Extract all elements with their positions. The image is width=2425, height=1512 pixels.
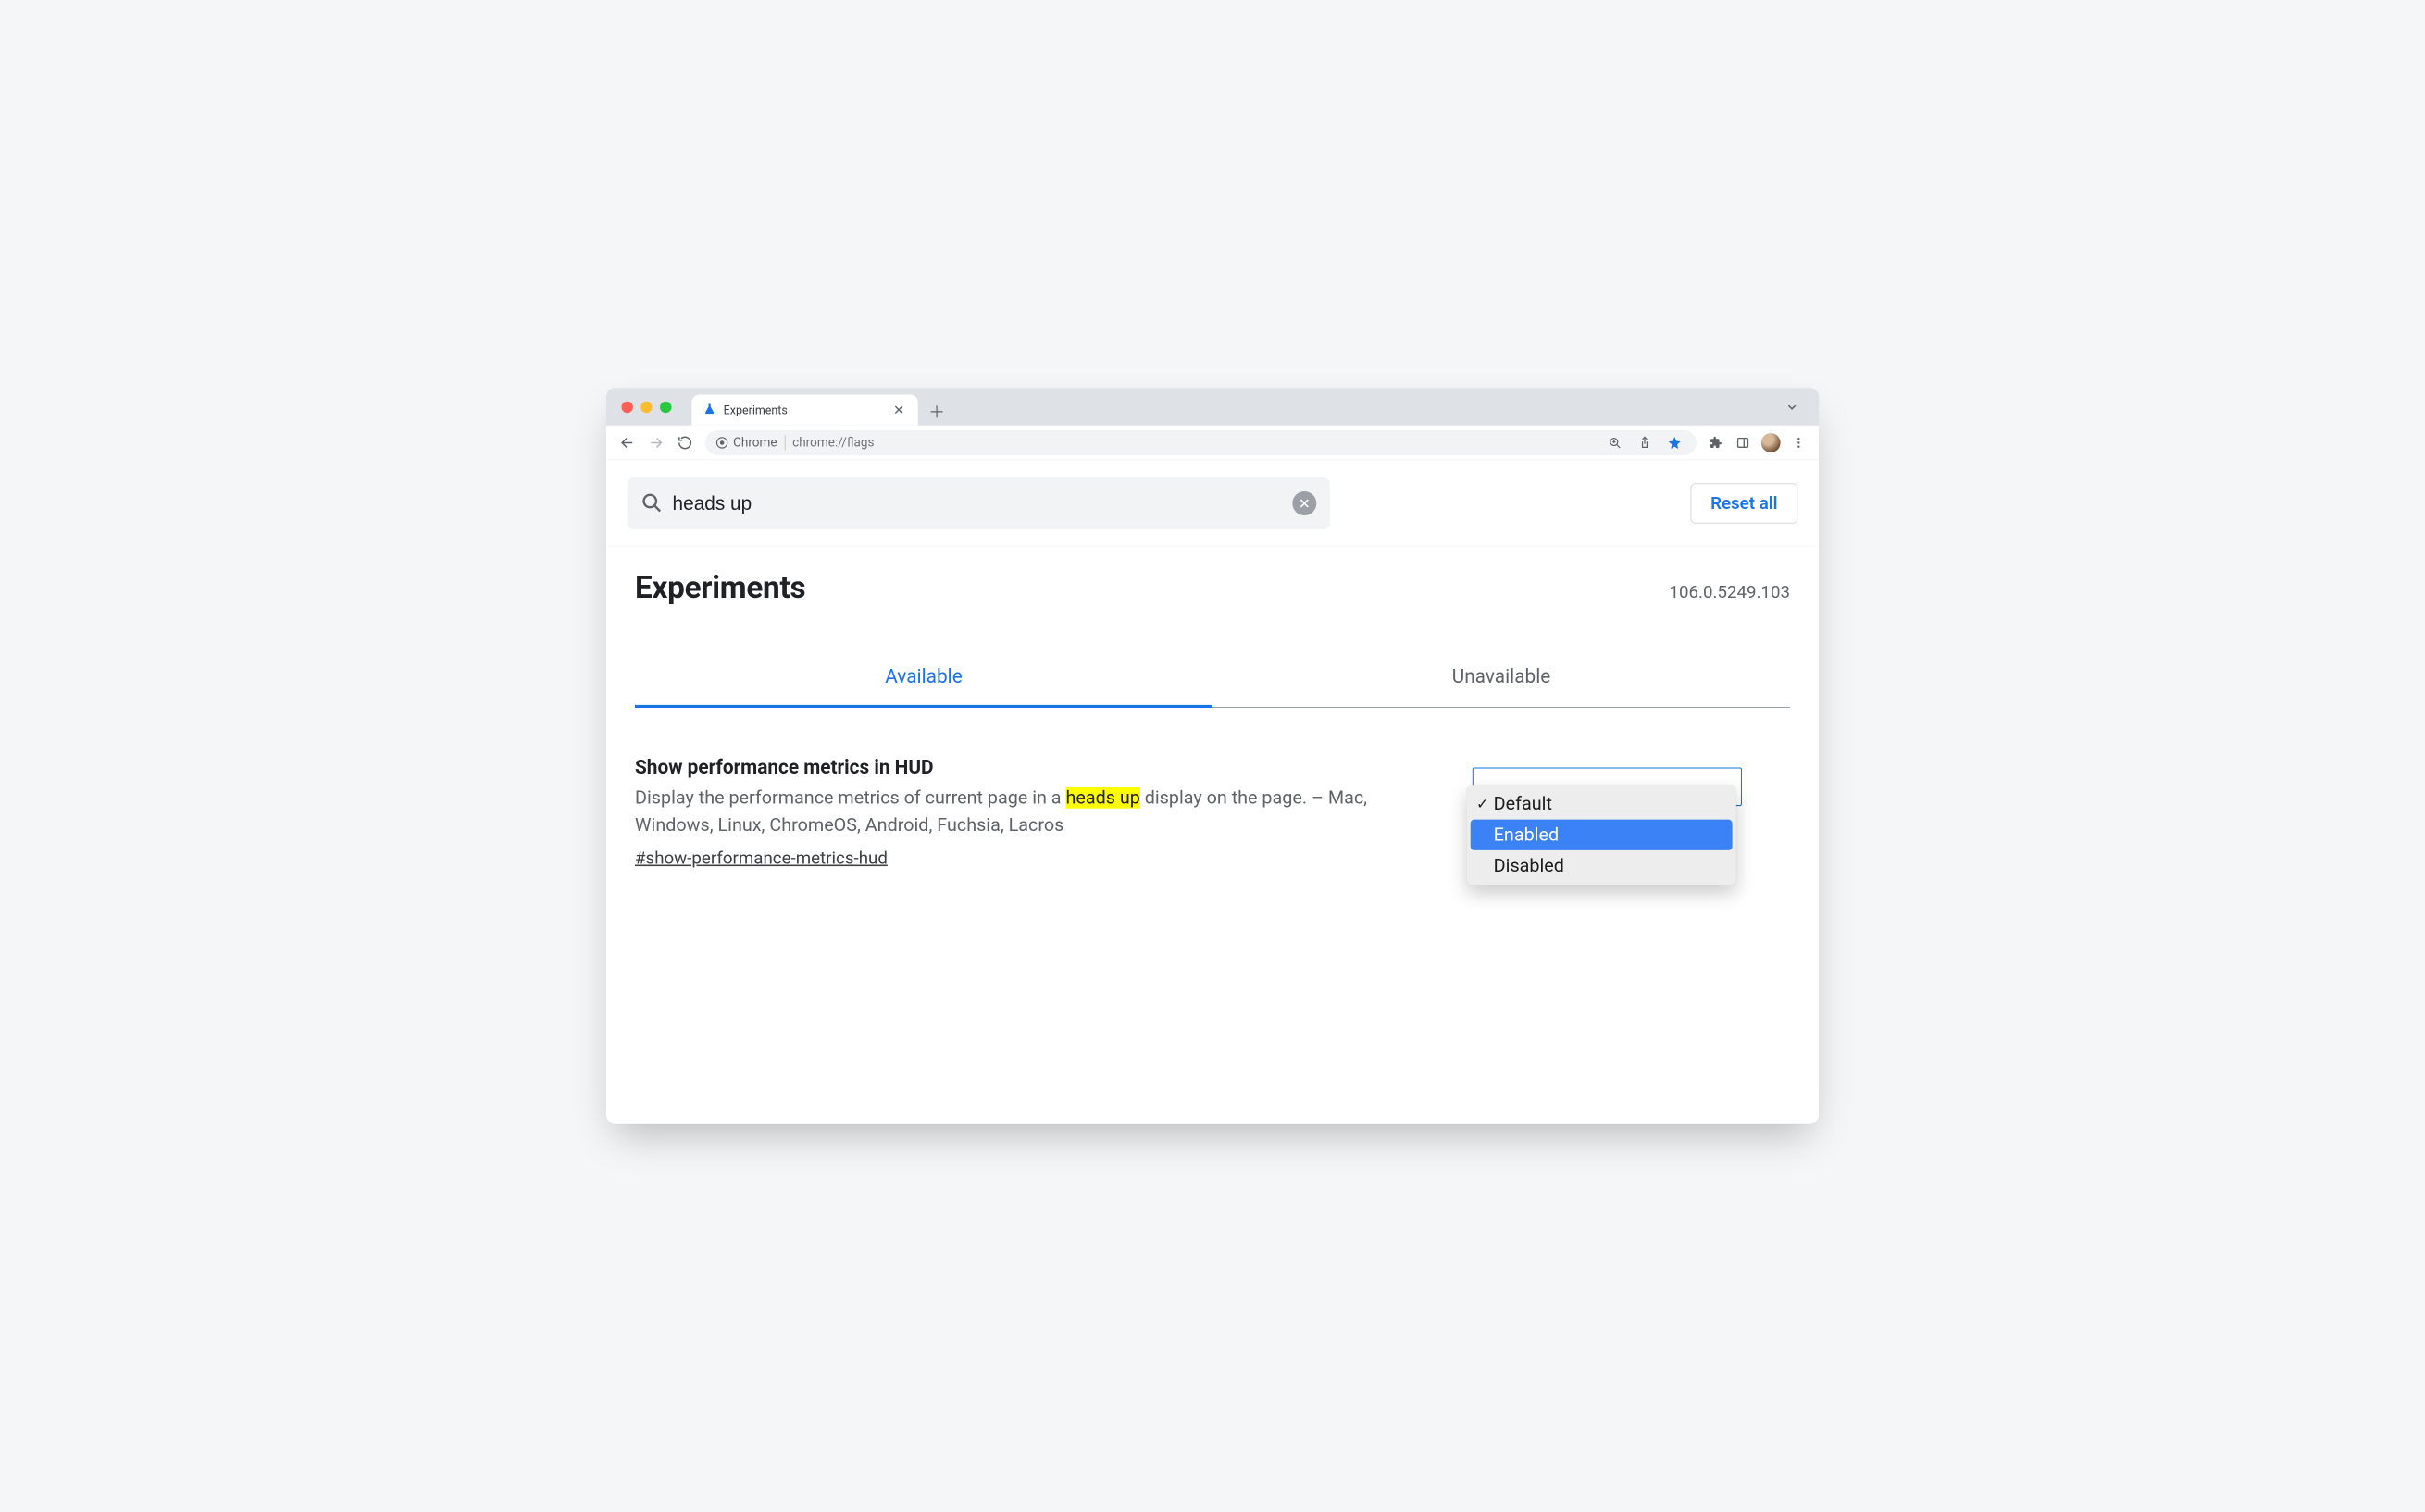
minimize-window-button[interactable]: [640, 402, 652, 413]
page-viewport: Reset all Experiments 106.0.5249.103 Ava…: [606, 460, 1819, 1124]
site-chip-label: Chrome: [733, 435, 777, 450]
extensions-icon[interactable]: [1704, 431, 1727, 454]
navigation-toolbar: Chrome chrome://flags: [606, 426, 1819, 460]
profile-avatar[interactable]: [1761, 433, 1781, 452]
back-button[interactable]: [615, 430, 640, 455]
url-text: chrome://flags: [792, 435, 874, 450]
flag-desc-highlight: heads up: [1065, 787, 1139, 809]
share-icon[interactable]: [1633, 431, 1656, 454]
window-controls: [615, 402, 678, 426]
option-default[interactable]: ✓ Default: [1471, 788, 1733, 819]
tab-strip: Experiments ✕ ＋: [606, 388, 1819, 426]
option-disabled-label: Disabled: [1494, 855, 1564, 876]
flags-search-input[interactable]: [673, 492, 1282, 514]
search-icon: [640, 492, 662, 515]
flag-select[interactable]: ✓ Default Enabled Disabled: [1473, 767, 1742, 806]
forward-button[interactable]: [643, 430, 668, 455]
flags-search-box[interactable]: [628, 477, 1330, 529]
site-chip: Chrome: [715, 435, 786, 451]
kebab-menu-icon[interactable]: [1787, 431, 1810, 454]
tab-available-label: Available: [885, 665, 963, 688]
option-disabled[interactable]: Disabled: [1471, 850, 1733, 881]
close-window-button[interactable]: [621, 402, 632, 413]
tab-overflow-button[interactable]: [1783, 398, 1802, 417]
flags-search-row: Reset all: [606, 460, 1819, 546]
clear-search-button[interactable]: [1292, 491, 1316, 515]
maximize-window-button[interactable]: [660, 402, 671, 413]
option-enabled-label: Enabled: [1494, 824, 1559, 846]
flag-title: Show performance metrics in HUD: [635, 756, 1444, 778]
browser-window: Experiments ✕ ＋ Chrome chrome://flags: [606, 388, 1819, 1124]
flag-anchor-link[interactable]: #show-performance-metrics-hud: [635, 848, 888, 868]
tab-close-icon[interactable]: ✕: [889, 402, 909, 419]
flag-select-dropdown: ✓ Default Enabled Disabled: [1467, 785, 1736, 885]
tab-unavailable-label: Unavailable: [1452, 665, 1551, 688]
side-panel-icon[interactable]: [1732, 431, 1755, 454]
flask-icon: [703, 403, 716, 417]
address-bar[interactable]: Chrome chrome://flags: [705, 430, 1697, 455]
reset-all-button[interactable]: Reset all: [1690, 483, 1797, 524]
flag-desc-pre: Display the performance metrics of curre…: [635, 787, 1065, 809]
check-icon: ✓: [1475, 796, 1490, 812]
page-title: Experiments: [635, 569, 805, 605]
option-default-label: Default: [1494, 794, 1552, 815]
flag-row: Show performance metrics in HUD Display …: [635, 756, 1790, 868]
reset-all-label: Reset all: [1710, 493, 1777, 514]
tab-unavailable[interactable]: Unavailable: [1212, 653, 1790, 707]
tab-available[interactable]: Available: [635, 653, 1212, 707]
browser-tab[interactable]: Experiments ✕: [691, 394, 917, 425]
flag-description: Display the performance metrics of curre…: [635, 785, 1444, 839]
option-enabled[interactable]: Enabled: [1471, 820, 1733, 850]
tab-title: Experiments: [724, 403, 788, 417]
new-tab-button[interactable]: ＋: [924, 398, 950, 424]
reload-button[interactable]: [673, 430, 698, 455]
zoom-icon[interactable]: [1603, 431, 1626, 454]
tabs: Available Unavailable: [635, 653, 1790, 708]
bookmark-star-icon[interactable]: [1663, 431, 1686, 454]
chrome-version: 106.0.5249.103: [1669, 582, 1790, 602]
flags-content: Experiments 106.0.5249.103 Available Una…: [606, 546, 1819, 868]
